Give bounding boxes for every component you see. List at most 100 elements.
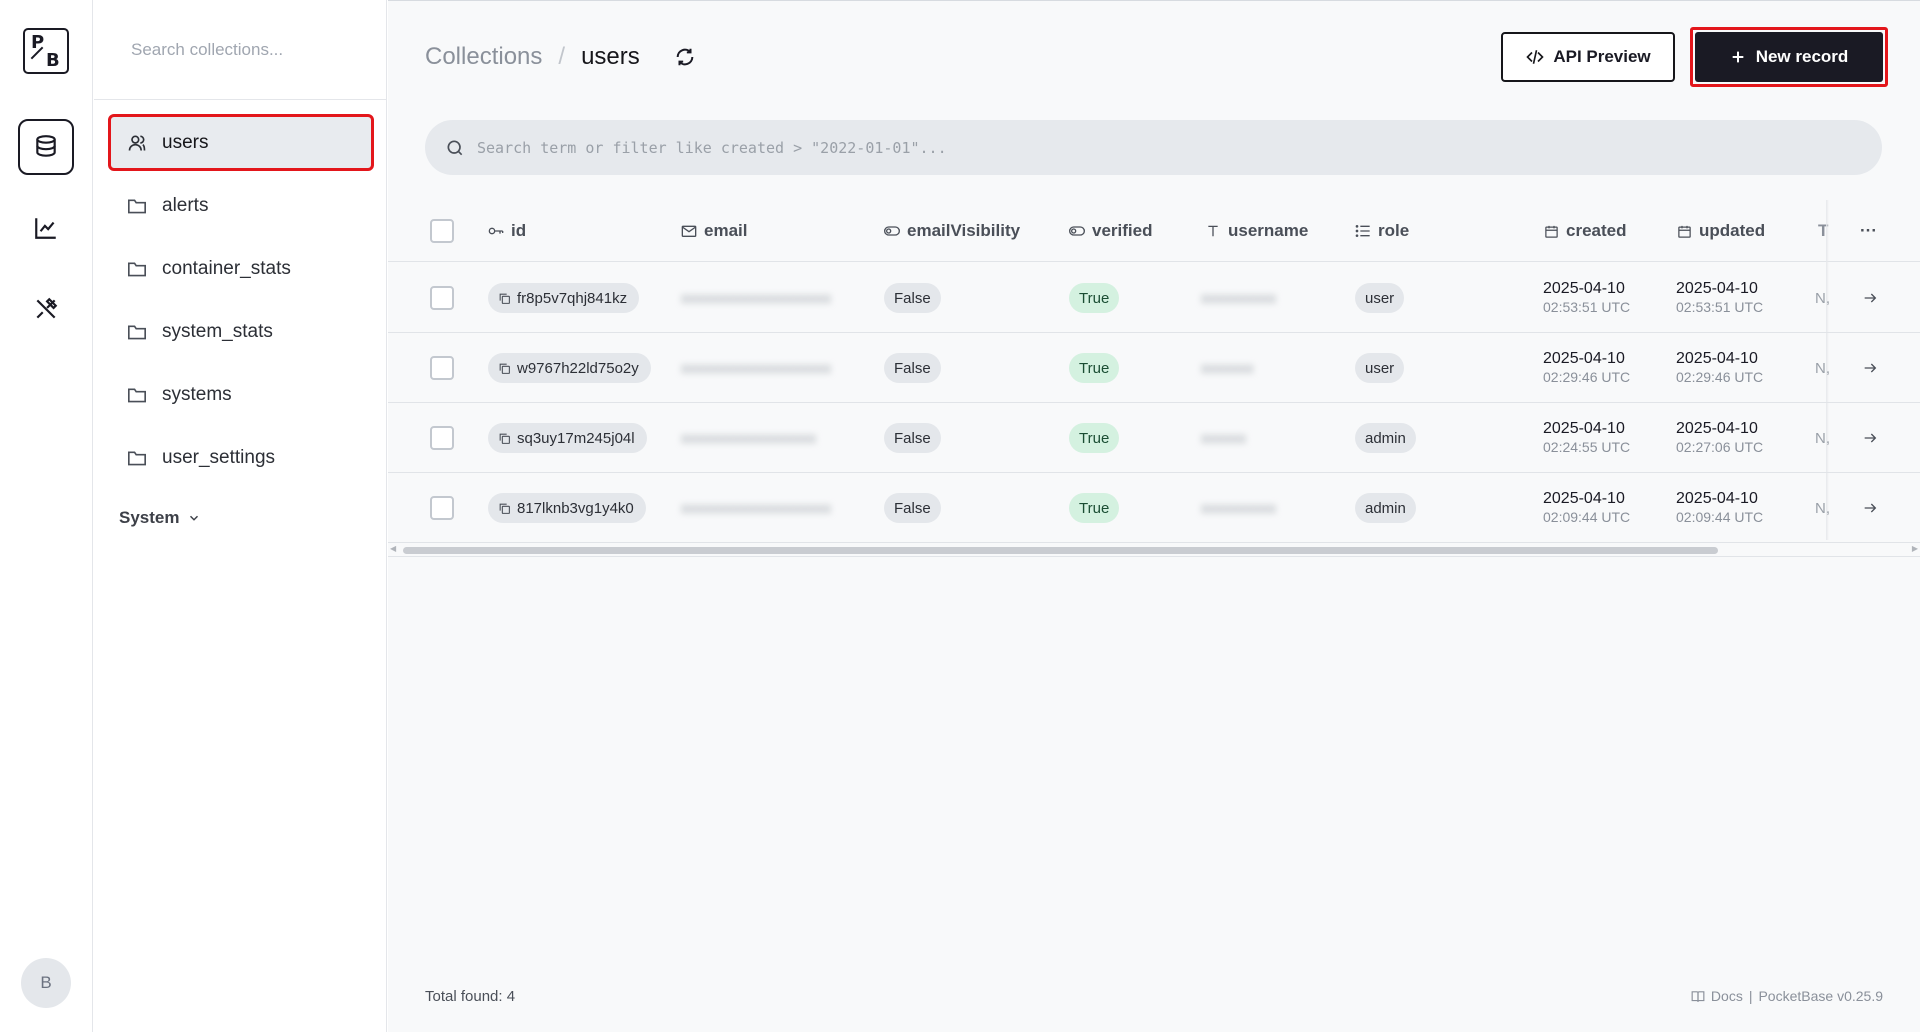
total-found-value: 4 [506, 988, 516, 1005]
column-header-updated[interactable]: updated [1676, 200, 1765, 262]
pocketbase-logo[interactable]: P B [23, 28, 69, 74]
truncated-value: N, [1815, 429, 1830, 447]
collection-item-users[interactable]: users [108, 114, 374, 171]
collections-sidebar: users alerts container_stats system_stat… [94, 0, 387, 1032]
scrollbar-thumb[interactable] [403, 547, 1718, 554]
collection-item-system-stats[interactable]: system_stats [110, 305, 372, 358]
row-checkbox[interactable] [430, 426, 454, 450]
role-badge: admin [1355, 493, 1416, 523]
table-row[interactable]: 817lknb3vg1y4k0 xxxxxxxxxxxxxxxxxxxx Fal… [388, 473, 1920, 543]
row-checkbox[interactable] [430, 356, 454, 380]
collection-item-systems[interactable]: systems [110, 368, 372, 421]
column-header-id[interactable]: id [488, 200, 526, 262]
table-row[interactable]: fr8p5v7qhj841kz xxxxxxxxxxxxxxxxxxxx Fal… [388, 263, 1920, 333]
updated-date: 2025-04-10 02:53:51 UTC [1676, 280, 1764, 315]
record-id: sq3uy17m245j04l [517, 429, 635, 447]
records-filter-input[interactable] [477, 138, 1777, 157]
truncated-value: N, [1815, 289, 1830, 307]
folder-icon [126, 384, 148, 406]
refresh-button[interactable] [672, 44, 698, 70]
table-bottom-divider [388, 556, 1920, 557]
truncated-value: N, [1815, 359, 1830, 377]
horizontal-scrollbar[interactable]: ◀ ▶ [388, 544, 1920, 556]
footer-separator: | [1748, 988, 1753, 1004]
column-header-email[interactable]: email [681, 200, 747, 262]
mail-icon [681, 223, 697, 239]
email-visibility-badge: False [884, 283, 941, 313]
system-collections-toggle[interactable]: System [119, 508, 386, 528]
rail-logs-button[interactable] [18, 200, 74, 256]
collection-label: alerts [162, 194, 209, 216]
collection-item-user-settings[interactable]: user_settings [110, 431, 372, 484]
copy-icon [499, 293, 510, 304]
new-record-label: New record [1755, 47, 1849, 66]
column-header-email-visibility[interactable]: emailVisibility [884, 200, 1020, 262]
arrow-right-icon[interactable] [1860, 358, 1880, 378]
table-row[interactable]: w9767h22ld75o2y xxxxxxxxxxxxxxxxxxxx Fal… [388, 333, 1920, 403]
rail-settings-button[interactable] [18, 281, 74, 337]
chart-line-icon [35, 218, 56, 239]
folder-icon [126, 195, 148, 217]
record-id-badge[interactable]: w9767h22ld75o2y [488, 353, 651, 383]
api-preview-button[interactable]: API Preview [1501, 32, 1675, 82]
logo-letter-p: P [31, 32, 45, 53]
user-avatar[interactable]: B [21, 958, 71, 1008]
toggle-icon [884, 223, 900, 239]
role-badge: user [1355, 353, 1405, 383]
folder-icon [126, 321, 148, 343]
breadcrumb-collections[interactable]: Collections [425, 43, 542, 71]
column-label: verified [1092, 221, 1153, 240]
created-date: 2025-04-10 02:09:44 UTC [1543, 490, 1631, 525]
column-header-username[interactable]: username [1205, 200, 1308, 262]
record-id-badge[interactable]: fr8p5v7qhj841kz [488, 283, 640, 313]
columns-menu-button[interactable]: ··· [1860, 200, 1877, 262]
arrow-right-icon[interactable] [1860, 428, 1880, 448]
select-all-checkbox[interactable] [430, 219, 454, 243]
list-icon [1355, 223, 1371, 239]
arrow-right-icon[interactable] [1860, 288, 1880, 308]
email-value-redacted: xxxxxxxxxxxxxxxxxxxx [681, 289, 831, 307]
folder-icon [126, 447, 148, 469]
column-label: updated [1699, 221, 1766, 240]
scroll-left-arrow[interactable]: ◀ [390, 544, 396, 553]
email-visibility-badge: False [884, 423, 941, 453]
api-preview-label: API Preview [1553, 47, 1651, 66]
username-value-redacted: xxxxxxx [1201, 359, 1254, 377]
code-icon [1526, 50, 1544, 64]
email-value-redacted: xxxxxxxxxxxxxxxxxxxx [681, 359, 831, 377]
collection-item-container-stats[interactable]: container_stats [110, 242, 372, 295]
row-checkbox[interactable] [430, 286, 454, 310]
scroll-right-arrow[interactable]: ▶ [1912, 544, 1918, 553]
new-record-highlight: New record [1690, 27, 1888, 87]
truncated-value: N, [1815, 499, 1830, 517]
table-row[interactable]: sq3uy17m245j04l xxxxxxxxxxxxxxxxxx False… [388, 403, 1920, 473]
row-checkbox[interactable] [430, 496, 454, 520]
total-found-label: Total found: [425, 988, 503, 1005]
calendar-icon [1676, 223, 1692, 239]
breadcrumb: Collections / users [425, 43, 698, 71]
username-value-redacted: xxxxxxxxxx [1201, 289, 1276, 307]
record-id: fr8p5v7qhj841kz [517, 289, 628, 307]
plus-icon [1732, 51, 1744, 63]
user-icon [126, 132, 148, 154]
record-id-badge[interactable]: sq3uy17m245j04l [488, 423, 647, 453]
collections-search-input[interactable] [131, 39, 351, 60]
refresh-icon [676, 48, 694, 66]
select-all-cell [430, 200, 454, 262]
column-header-verified[interactable]: verified [1069, 200, 1152, 262]
version-link[interactable]: PocketBase v0.25.9 [1758, 988, 1883, 1004]
arrow-right-icon[interactable] [1860, 498, 1880, 518]
collections-search [94, 0, 386, 100]
column-header-created[interactable]: created [1543, 200, 1626, 262]
collection-item-alerts[interactable]: alerts [110, 179, 372, 232]
chevron-down-icon [190, 515, 199, 521]
calendar-icon [1543, 223, 1559, 239]
column-header-role[interactable]: role [1355, 200, 1409, 262]
new-record-button[interactable]: New record [1695, 32, 1883, 82]
created-date: 2025-04-10 02:53:51 UTC [1543, 280, 1631, 315]
docs-link[interactable]: Docs [1711, 988, 1743, 1004]
record-id-badge[interactable]: 817lknb3vg1y4k0 [488, 493, 646, 523]
collection-label: users [162, 131, 209, 153]
copy-icon [499, 363, 510, 374]
rail-collections-button[interactable] [18, 119, 74, 175]
